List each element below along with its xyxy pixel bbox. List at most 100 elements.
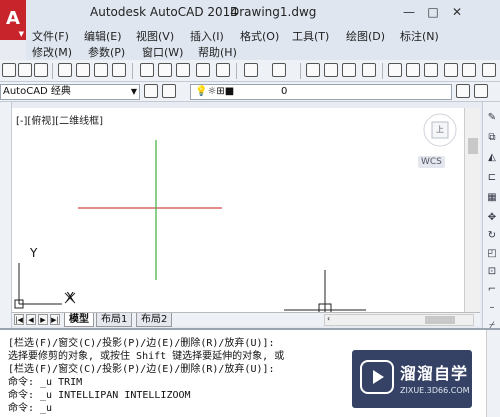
tab-layout1[interactable]: 布局1 [96,313,133,327]
rotate-icon[interactable]: ↻ [486,230,498,242]
command-history-line: 命令: _u [8,403,53,414]
modify-toolbar: ✎ ⧉ ◭ ⊏ ▦ ✥ ↻ ◰ ⊡ ⌐ – ⌿ [482,102,500,352]
previous-tab-icon[interactable]: ◀ [26,314,36,325]
layer-state-icons: 💡☼⊞■ [195,86,235,97]
mirror-icon[interactable]: ◭ [486,152,498,164]
drawing-title: Drawing1.dwg [230,5,317,19]
menu-insert[interactable]: 插入(I) [190,28,224,44]
menu-draw[interactable]: 绘图(D) [346,28,385,44]
markup-icon[interactable] [462,63,476,77]
ucs-y-label: Y [30,246,38,260]
trim-icon[interactable]: ⌐ [486,284,498,296]
menu-dimension[interactable]: 标注(N) [400,28,439,44]
zoom-previous-icon[interactable] [362,63,376,77]
match-properties-icon[interactable] [196,63,210,77]
menu-view[interactable]: 视图(V) [136,28,174,44]
chevron-down-icon: ▼ [130,87,137,96]
array-icon[interactable]: ▦ [486,192,498,204]
chevron-down-icon: ▼ [18,30,24,38]
drawing-canvas-svg [14,113,457,312]
toolbar-separator [382,63,383,79]
layer-select[interactable]: 💡☼⊞■ 0 [190,84,452,100]
move-icon[interactable]: ✥ [486,212,498,224]
zoom-window-icon[interactable] [342,63,356,77]
menu-window[interactable]: 窗口(W) [142,44,183,60]
vertical-scrollbar[interactable] [464,108,480,312]
menu-parametric[interactable]: 参数(P) [88,44,125,60]
workspace-toolbar: AutoCAD 经典 ▼ 💡☼⊞■ 0 [0,82,500,102]
menu-help[interactable]: 帮助(H) [198,44,237,60]
last-tab-icon[interactable]: ▶| [50,314,60,325]
workspace-select[interactable]: AutoCAD 经典 ▼ [0,84,140,100]
print-icon[interactable] [58,63,72,77]
new-icon[interactable] [2,63,16,77]
tab-layout2[interactable]: 布局2 [136,313,173,327]
autocad-window: A ▼ Autodesk AutoCAD 2014 Drawing1.dwg —… [0,0,500,417]
toolbar-separator [132,63,133,79]
cut-icon[interactable] [140,63,154,77]
stretch-icon[interactable]: ⊡ [486,266,498,278]
application-menu-button[interactable]: A ▼ [0,0,26,40]
viewcube-face-label[interactable]: 上 [436,124,444,135]
horizontal-scrollbar-thumb[interactable] [425,316,455,324]
minimize-button[interactable]: — [398,3,420,21]
print-preview-icon[interactable] [76,63,90,77]
vertical-scrollbar-thumb[interactable] [468,138,478,154]
3d-print-icon[interactable] [112,63,126,77]
app-title: Autodesk AutoCAD 2014 [90,5,238,19]
toolbar-separator [300,63,301,79]
restore-button[interactable]: □ [422,3,444,21]
zoom-realtime-icon[interactable] [324,63,338,77]
layer-value: 0 [281,86,288,97]
copy-icon[interactable] [158,63,172,77]
next-tab-icon[interactable]: ▶ [38,314,48,325]
wcs-menu[interactable]: WCS [418,156,445,168]
menu-file[interactable]: 文件(F) [32,28,69,44]
title-bar: A ▼ Autodesk AutoCAD 2014 Drawing1.dwg —… [0,0,500,40]
paste-icon[interactable] [176,63,190,77]
extend-icon[interactable]: – [486,302,498,314]
layer-properties-icon[interactable] [162,84,176,98]
save-icon[interactable] [34,63,48,77]
scroll-left-icon[interactable]: ‹ [327,314,330,323]
workspace-value: AutoCAD 经典 [3,86,71,97]
ucs-x-label: X [66,290,75,304]
publish-icon[interactable] [94,63,108,77]
pan-icon[interactable] [306,63,320,77]
menu-format[interactable]: 格式(O) [240,28,279,44]
sheet-set-icon[interactable] [444,63,458,77]
erase-icon[interactable]: ✎ [486,112,498,124]
workspace-settings-icon[interactable] [144,84,158,98]
block-editor-icon[interactable] [216,63,230,77]
scale-icon[interactable]: ◰ [486,248,498,260]
offset-icon[interactable]: ⊏ [486,172,498,184]
cursor-pickbox [284,270,366,312]
make-current-layer-icon[interactable] [456,84,470,98]
tool-palettes-icon[interactable] [424,63,438,77]
toolbar-separator [236,63,237,79]
menu-bar: 文件(F) 编辑(E) 视图(V) 插入(I) 格式(O) 工具(T) 绘图(D… [26,26,500,60]
first-tab-icon[interactable]: |◀ [14,314,24,325]
toolbar-separator [52,63,53,79]
close-button[interactable]: ✕ [446,3,468,21]
tab-model[interactable]: 模型 [64,313,94,327]
properties-icon[interactable] [388,63,402,77]
horizontal-scrollbar[interactable]: ‹ [324,314,474,326]
command-window-scrollbar[interactable] [486,330,500,417]
copy-object-icon[interactable]: ⧉ [486,132,498,144]
design-center-icon[interactable] [406,63,420,77]
watermark: 溜溜自学 ZIXUE.3D66.COM [352,350,472,408]
redo-icon[interactable] [272,63,286,77]
calculator-icon[interactable] [482,63,496,77]
layer-previous-icon[interactable] [474,84,488,98]
left-palette-strip [0,102,12,328]
drawing-area[interactable]: [-][俯视][二维线框] Y 上 WCS [12,108,464,312]
watermark-url: ZIXUE.3D66.COM [400,386,470,395]
app-logo: A [6,8,20,29]
undo-icon[interactable] [244,63,258,77]
menu-edit[interactable]: 编辑(E) [84,28,122,44]
layout-tabs-row: |◀ ◀ ▶ ▶| 模型 布局1 布局2 ‹ [12,312,480,327]
open-icon[interactable] [18,63,32,77]
menu-modify[interactable]: 修改(M) [32,44,72,60]
menu-tools[interactable]: 工具(T) [292,28,329,44]
